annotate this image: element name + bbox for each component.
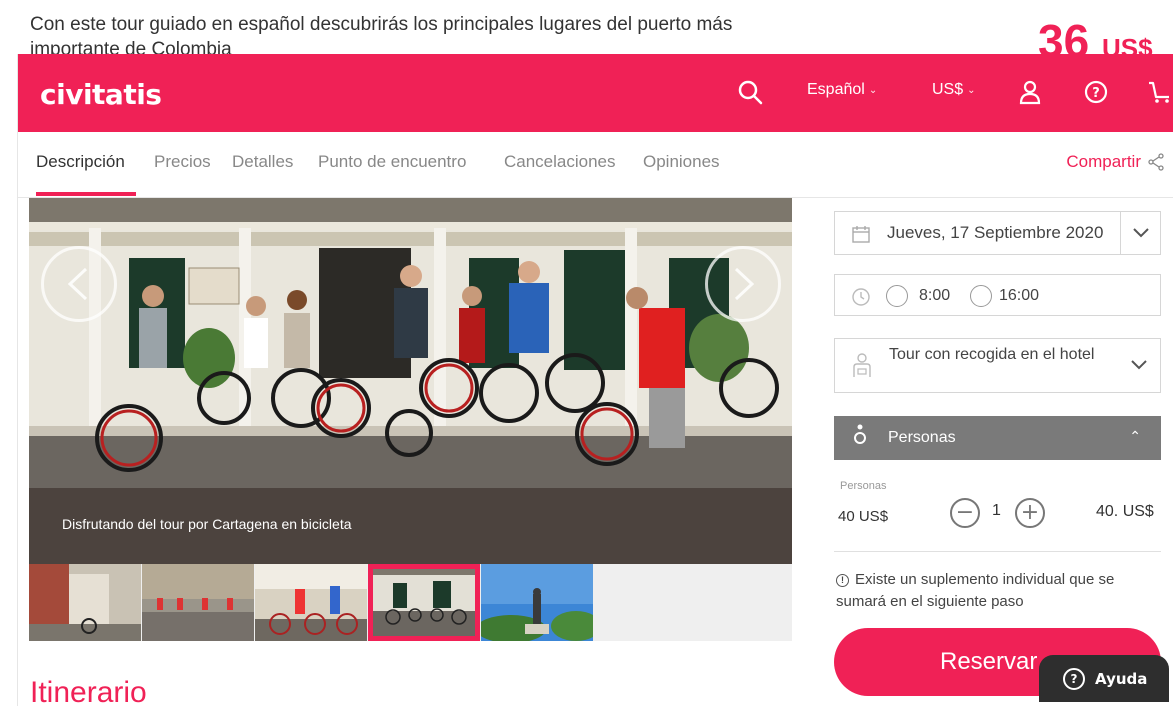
search-icon[interactable]: [736, 78, 764, 106]
help-icon[interactable]: ?: [1082, 78, 1110, 106]
time-option-label: 16:00: [999, 287, 1040, 304]
chevron-down-icon: [1131, 360, 1147, 370]
chevron-right-icon: [734, 267, 755, 301]
thumbnail[interactable]: [142, 564, 254, 641]
decrease-persons-button[interactable]: −: [950, 498, 980, 528]
user-icon[interactable]: [1016, 78, 1044, 106]
time-radio-8[interactable]: [886, 285, 908, 307]
supplement-notice-text: Existe un suplemento individual que se s…: [836, 571, 1115, 610]
plus-icon: +: [1020, 500, 1040, 525]
svg-text:?: ?: [1092, 86, 1100, 101]
time-option-label: 8:00: [919, 287, 951, 304]
thumbnail[interactable]: [255, 564, 367, 641]
thumbnail-image: [142, 564, 254, 641]
pickup-option: Tour con recogida en el hotel: [889, 346, 1095, 363]
tab-detalles[interactable]: Detalles: [232, 152, 293, 172]
help-label: Ayuda: [1095, 669, 1148, 688]
tab-cancelaciones[interactable]: Cancelaciones: [504, 152, 616, 172]
chevron-down-icon: ⌄: [967, 84, 976, 96]
share-icon: [1148, 153, 1164, 171]
divider: [834, 551, 1161, 552]
thumbnail[interactable]: [481, 564, 593, 641]
pickup-selector[interactable]: Tour con recogida en el hotel: [834, 338, 1161, 393]
tab-punto-de-encuentro[interactable]: Punto de encuentro: [318, 152, 466, 172]
selected-date: Jueves, 17 Septiembre 2020: [887, 223, 1104, 242]
section-tabs: Descripción Precios Detalles Punto de en…: [18, 132, 1173, 198]
thumbnail-image: [255, 564, 367, 641]
chevron-down-icon: [1132, 228, 1149, 238]
minus-icon: −: [955, 500, 975, 525]
persons-quantity: 1: [992, 502, 1001, 519]
next-photo-button[interactable]: [705, 246, 781, 322]
date-dropdown-toggle[interactable]: [1120, 212, 1160, 254]
language-selector[interactable]: Español ⌄: [807, 81, 877, 99]
chevron-up-icon: ⌃: [1129, 428, 1141, 444]
thumbnail[interactable]: [29, 564, 141, 641]
info-icon: !: [836, 574, 849, 587]
person-seat-icon: [853, 353, 871, 377]
thumbnail-selected[interactable]: [368, 564, 480, 641]
currency-selector[interactable]: US$ ⌄: [932, 81, 976, 99]
increase-persons-button[interactable]: +: [1015, 498, 1045, 528]
thumbnail-image: [481, 564, 593, 641]
help-icon: ?: [1063, 667, 1085, 690]
chevron-down-icon: ⌄: [868, 84, 878, 96]
site-header: civitatis Español ⌄ US$ ⌄ ?: [18, 54, 1173, 132]
time-radio-16[interactable]: [970, 285, 992, 307]
chevron-left-icon: [67, 267, 88, 301]
thumbnail-image: [29, 564, 141, 641]
tab-descripcion[interactable]: Descripción: [36, 152, 125, 172]
person-icon: [854, 424, 866, 444]
unit-price: 40 US$: [838, 508, 889, 525]
thumbnail-strip: [29, 564, 792, 641]
previous-photo-button[interactable]: [41, 246, 117, 322]
reserve-label: Reservar: [940, 648, 1038, 675]
tab-opiniones[interactable]: Opiniones: [643, 152, 720, 172]
photo-caption-bar: Disfrutando del tour por Cartagena en bi…: [29, 488, 792, 564]
currency-label: US$: [932, 81, 964, 98]
personas-title: Personas: [888, 429, 956, 446]
help-chat-button[interactable]: ? Ayuda: [1039, 655, 1169, 702]
tab-precios[interactable]: Precios: [154, 152, 211, 172]
page-edge: [0, 54, 18, 706]
language-label: Español: [807, 81, 865, 98]
intro-strip: Con este tour guiado en español descubri…: [0, 0, 1173, 64]
civitatis-logo[interactable]: civitatis: [40, 78, 162, 111]
date-picker[interactable]: Jueves, 17 Septiembre 2020: [834, 211, 1161, 255]
cart-icon[interactable]: [1146, 78, 1173, 106]
share-button[interactable]: Compartir: [1066, 152, 1165, 172]
photo-gallery: Disfrutando del tour por Cartagena en bi…: [29, 198, 792, 564]
personas-accordion-header[interactable]: Personas ⌃: [834, 416, 1161, 460]
time-selector: 8:00 16:00: [834, 274, 1161, 316]
photo-caption: Disfrutando del tour por Cartagena en bi…: [62, 516, 352, 532]
share-label: Compartir: [1066, 152, 1141, 171]
active-tab-indicator: [36, 192, 136, 196]
persons-label: Personas: [840, 480, 887, 492]
itinerary-heading: Itinerario: [30, 676, 147, 706]
supplement-notice: ! Existe un suplemento individual que se …: [836, 569, 1156, 613]
calendar-icon: [852, 226, 870, 243]
thumbnail-image: [373, 569, 475, 636]
persons-total-price: 40. US$: [1096, 503, 1154, 520]
clock-icon: [852, 288, 870, 306]
